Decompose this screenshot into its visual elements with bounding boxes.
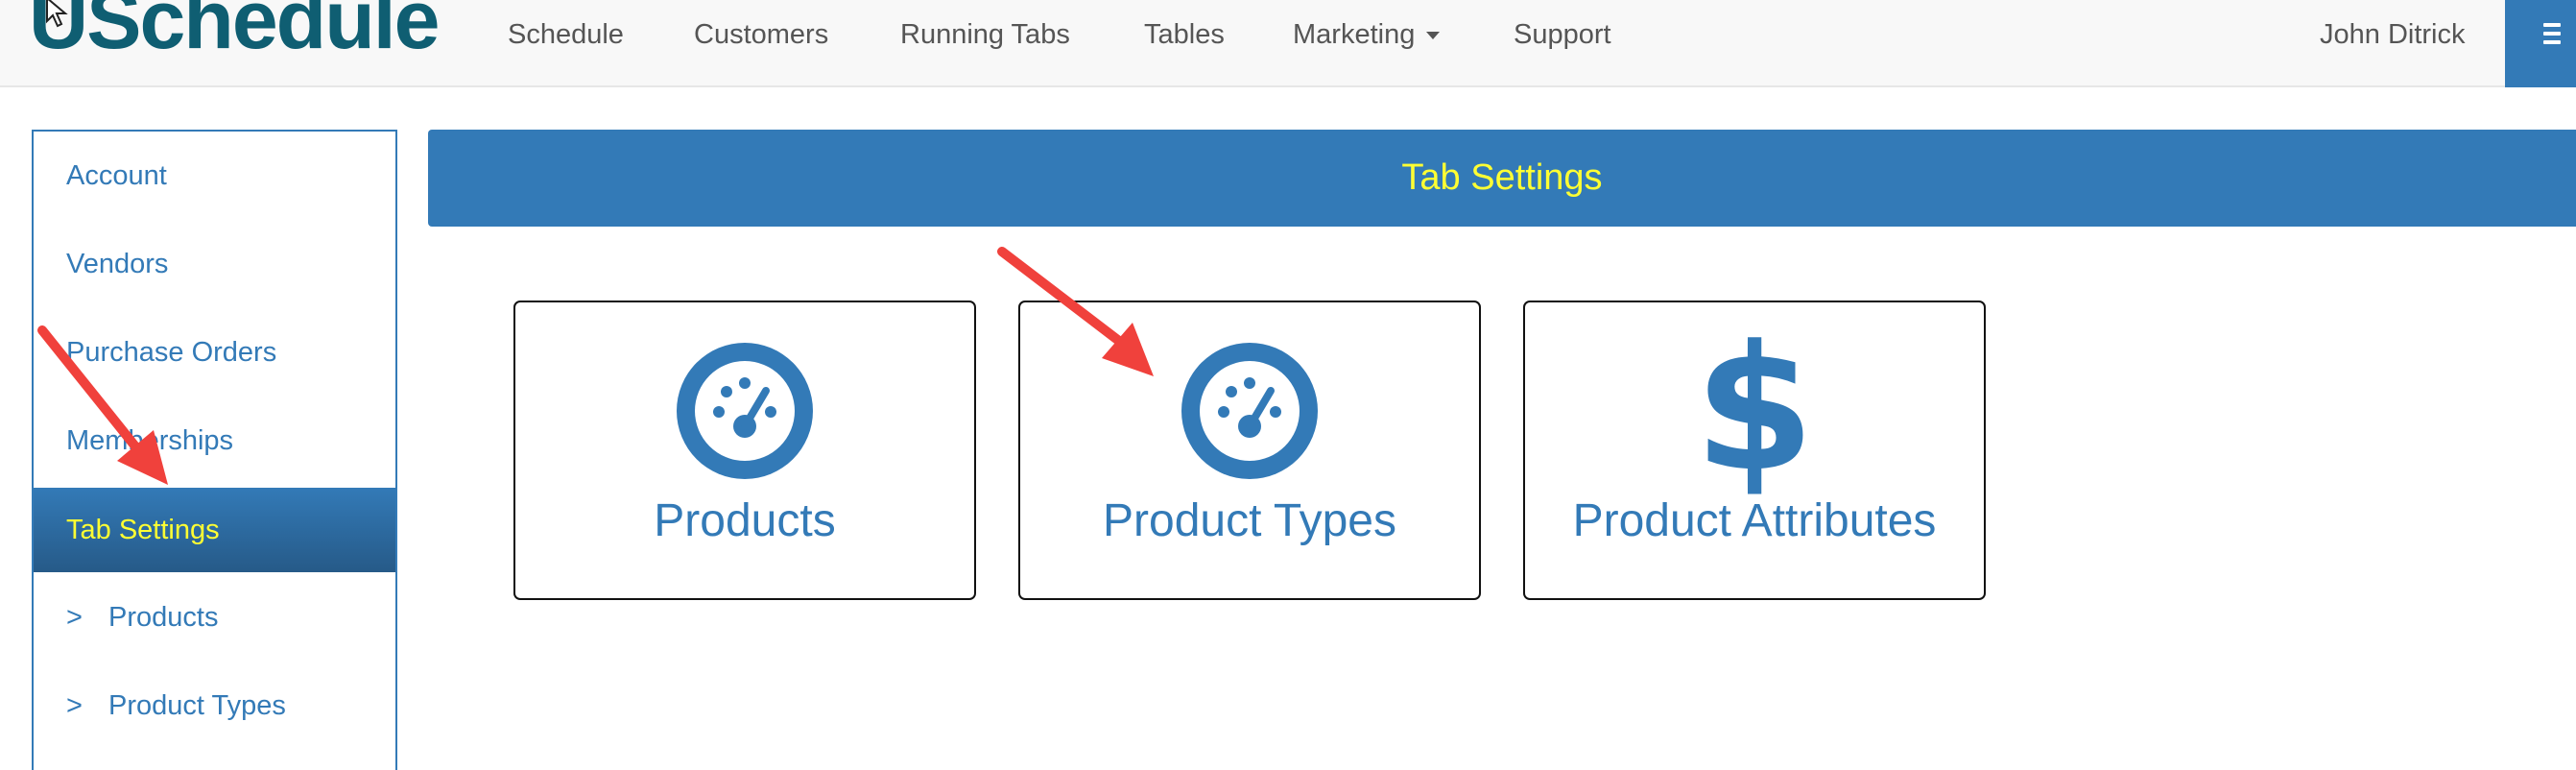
nav-marketing-label: Marketing — [1293, 19, 1416, 50]
sidebar-item-label: Products — [108, 602, 219, 633]
page-title: Tab Settings — [428, 130, 2576, 227]
caret-down-icon — [1426, 32, 1441, 40]
chevron-right-icon: > — [66, 690, 83, 721]
top-navbar: USchedule Schedule Customers Running Tab… — [0, 0, 2576, 87]
tile-label: Product Types — [1103, 495, 1396, 546]
chevron-right-icon: > — [66, 602, 83, 633]
sidebar-item-label: Tab Settings — [66, 515, 220, 545]
nav-support[interactable]: Support — [1514, 19, 1611, 50]
tile-products[interactable]: Products — [513, 301, 976, 600]
sidebar-item-account[interactable]: Account — [34, 132, 395, 219]
nav-customers[interactable]: Customers — [694, 19, 828, 50]
sidebar-item-label: Vendors — [66, 249, 169, 279]
sidebar-item-vendors[interactable]: Vendors — [34, 221, 395, 307]
nav-tables[interactable]: Tables — [1144, 19, 1225, 50]
nav-schedule[interactable]: Schedule — [508, 19, 624, 50]
tile-label: Products — [654, 495, 836, 546]
user-menu[interactable]: John Ditrick — [2320, 19, 2466, 51]
sidebar-item-tab-settings[interactable]: Tab Settings — [34, 488, 395, 572]
sidebar-subitem-product-types[interactable]: > Product Types — [34, 662, 395, 749]
brand-logo[interactable]: USchedule — [29, 0, 440, 61]
sidebar-item-label: Product Types — [108, 690, 286, 721]
tile-label: Product Attributes — [1572, 495, 1937, 546]
tile-product-attributes[interactable]: $ Product Attributes — [1523, 301, 1986, 600]
dollar-icon: $ — [1694, 309, 1815, 510]
mouse-cursor-icon — [46, 0, 68, 28]
dashboard-icon — [677, 343, 813, 479]
annotation-arrow-icon — [997, 247, 1154, 376]
sidebar-item-label: Account — [66, 160, 167, 191]
hamburger-menu-button[interactable] — [2505, 0, 2576, 87]
dashboard-icon — [1181, 343, 1318, 479]
nav-marketing[interactable]: Marketing — [1293, 19, 1441, 50]
nav-running-tabs[interactable]: Running Tabs — [900, 19, 1070, 50]
annotation-arrow-icon — [37, 325, 168, 485]
sidebar-subitem-products[interactable]: > Products — [34, 574, 395, 661]
